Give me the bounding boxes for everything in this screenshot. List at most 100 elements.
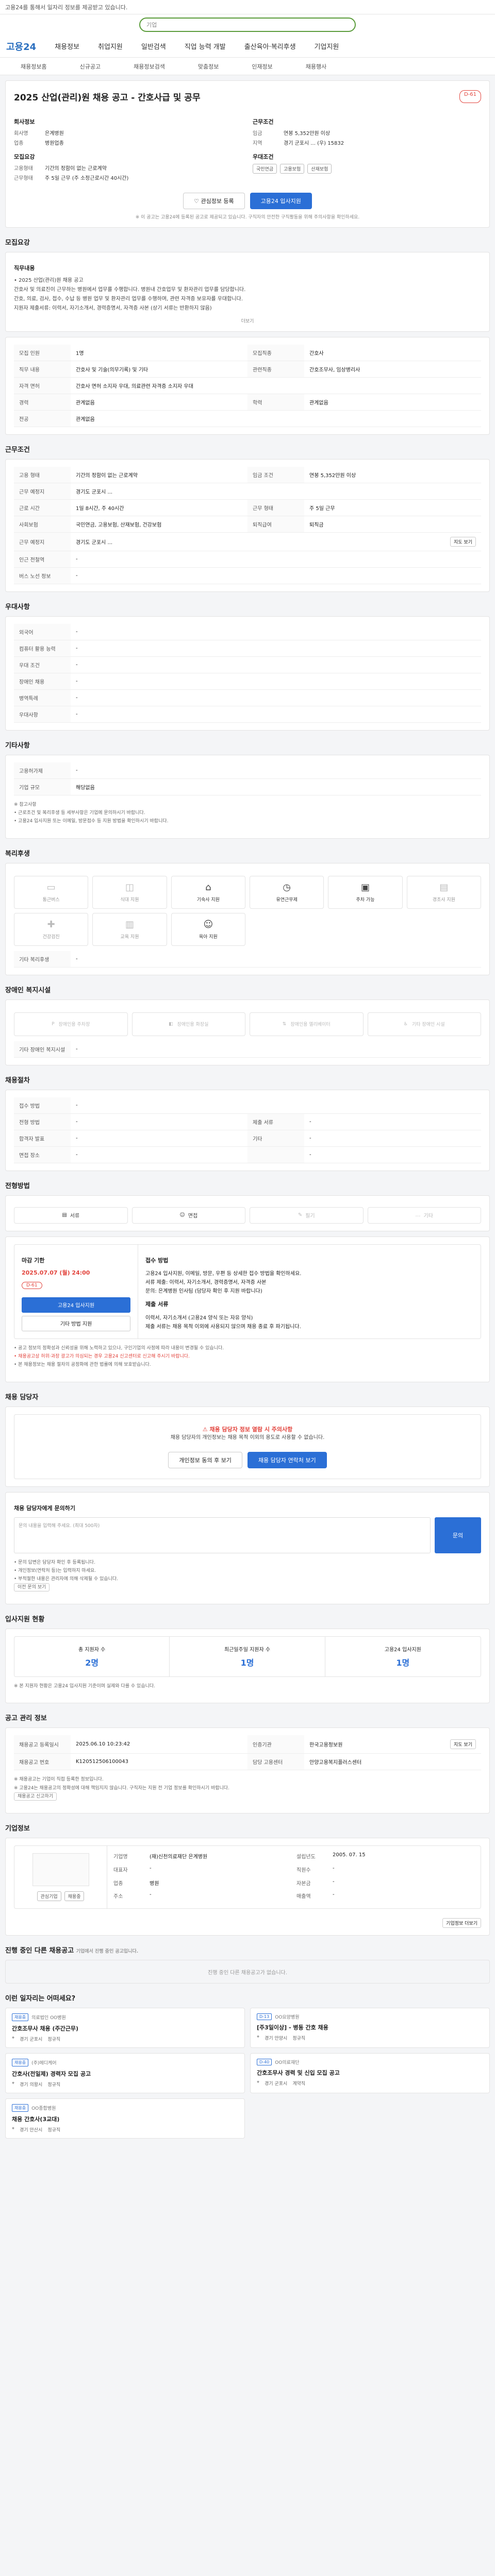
table-cell: - — [76, 629, 78, 635]
recommend-card[interactable]: D-40 OO의료재단 간호조무사 경력 및 신입 모집 공고 ⌖ 경기 군포시 계약… — [250, 2053, 490, 2093]
view-consent-button[interactable]: 개인정보 동의 후 보기 — [168, 1451, 242, 1468]
others-notes: ※ 참고사항 • 근로조건 및 복리후생 등 세부사항은 기업에 문의하시기 바… — [14, 801, 481, 826]
company-more-button[interactable]: 기업정보 더보기 — [442, 1918, 481, 1928]
subnav-item-custom[interactable]: 맞춤정보 — [198, 62, 219, 71]
previous-inquiry-link[interactable]: 이전 문의 보기 — [14, 1583, 50, 1592]
subnav-item-new[interactable]: 신규공고 — [80, 62, 101, 71]
other-jobs-hint: 기업에서 진행 중인 공고입니다. — [76, 1949, 139, 1954]
rec-meta: ⌖ 경기 안산시 정규직 — [12, 2126, 238, 2133]
table-header: 컴퓨터 활용 능력 — [14, 640, 71, 656]
subnav-item-event[interactable]: 채용행사 — [306, 62, 326, 71]
tag: 고용보험 — [280, 164, 305, 174]
more-link[interactable]: 더보기 — [14, 317, 481, 324]
table-cell: 경기도 군포시 ... — [76, 489, 113, 495]
inquiry-send-button[interactable]: 문의 — [435, 1517, 481, 1553]
table-header: 임금 조건 — [248, 467, 304, 483]
rec-badge: D-13 — [257, 2013, 272, 2020]
table-row: 채용공고 등록일시 2025.06.10 10:23:42 인증기관 한국고용정보원 지… — [14, 1735, 481, 1754]
rec-org: OO종합병원 — [31, 2106, 56, 2111]
detail-table: 모집 인원 1명 모집직종 간호사 직무 내용 간호사 및 기술(의무기록) 및 기타 관… — [5, 337, 490, 435]
recommend-card[interactable]: 채용중 의료법인 OO병원 간호조무사 채용 (주간근무) ⌖ 경기 군포시 정규직 — [5, 2008, 245, 2048]
subnav-item-home[interactable]: 채용정보홈 — [21, 62, 47, 71]
table-cell: 한국고용정보원 지도 보기 — [304, 1735, 481, 1753]
table-cell: 관계없음 — [76, 400, 95, 406]
info-key: 매출액 — [296, 1894, 311, 1900]
apply-button[interactable]: 고용24 입사지원 — [250, 193, 312, 209]
inquiry-textarea[interactable]: 문의 내용을 입력해 주세요. (최대 500자) — [14, 1517, 431, 1553]
apply-button[interactable]: 고용24 입사지원 — [22, 1297, 130, 1313]
nav-item-support[interactable]: 취업지원 — [98, 41, 123, 51]
table-header: 버스 노선 정보 — [14, 568, 71, 584]
table-header: 외국어 — [14, 624, 71, 640]
other-apply-button[interactable]: 기타 방법 지원 — [22, 1315, 130, 1331]
table-cell: 안양고용복지플러스센터 — [309, 1760, 362, 1766]
interest-company-button[interactable]: 관심기업 — [37, 1891, 61, 1901]
table-header: 학력 — [248, 394, 304, 410]
book-icon: ▥ — [125, 919, 134, 930]
rec-top: D-13 OO요양병원 — [257, 2013, 483, 2020]
table-row: 접수 방법 - — [14, 1097, 481, 1114]
rec-loc: 경기 의왕시 — [20, 2082, 43, 2088]
methods-card: ▤ 서류 ☺ 면접 ✎ 필기 … 기타 — [5, 1195, 490, 1231]
recommend-card[interactable]: 채용중 OO종합병원 채용 간호사(3교대) ⌖ 경기 안산시 정규직 — [5, 2098, 245, 2139]
note-line: • 채용공고상 허위·과장 광고가 의심되는 경우 고용24 신고센터로 신고해… — [14, 1354, 190, 1360]
company-info: 기업명 (재)신천의료재단 은계병원 설립년도 2005. 07. 15 대표자 - 직원… — [107, 1846, 481, 1908]
rec-badge: 채용중 — [12, 2013, 29, 2021]
nav-item-training[interactable]: 직업 능력 개발 — [185, 41, 226, 51]
hiring-button[interactable]: 채용중 — [64, 1891, 85, 1901]
welfare-item: ✚ 건강검진 — [14, 912, 89, 946]
recommend-card[interactable]: D-13 OO요양병원 [주3일이상] - 병동 간호 채용 ⌖ 경기 안양시 정규직 — [250, 2008, 490, 2048]
rec-org: 의료법인 OO병원 — [31, 2015, 66, 2021]
report-link[interactable]: 채용공고 신고하기 — [14, 1792, 57, 1801]
table-row: 근무 예정지 경기도 군포시 ... 지도 보기 — [14, 533, 481, 551]
table-header: 관련직종 — [248, 361, 304, 377]
nav-item-jobs[interactable]: 채용정보 — [55, 41, 79, 51]
map-button[interactable]: 지도 보기 — [450, 537, 476, 547]
table-cell: - — [76, 695, 78, 701]
nav-item-company[interactable]: 기업지원 — [315, 41, 339, 51]
table-row: 자격 면허 간호사 면허 소지자 우대, 의료관련 자격증 소지자 우대 — [14, 378, 481, 394]
info-key: 업종 — [113, 1880, 123, 1887]
stat-value: 2명 — [85, 1658, 99, 1668]
recommend-card[interactable]: 채용중 (주)메디케어 간호사(전일제) 경력자 모집 공고 ⌖ 경기 의왕시 정규직 — [5, 2053, 245, 2093]
stat-item: 고용24 입사지원 1명 — [325, 1637, 481, 1676]
subnav-item-search[interactable]: 채용정보검색 — [134, 62, 165, 71]
job-notice: ※ 이 공고는 고용24에 등록된 공고로 제공되고 있습니다. 구직자의 안전… — [135, 215, 360, 220]
table-header: 근무 예정지 — [14, 533, 71, 551]
car-icon: ▣ — [360, 882, 370, 893]
nav-item-welfare[interactable]: 출산육아·복리후생 — [244, 41, 296, 51]
job-header-card: 2025 산업(관리)원 채용 공고 - 간호사급 및 공무 D-61 회사정보… — [5, 80, 490, 228]
rec-meta: ⌖ 경기 군포시 계약직 — [257, 2080, 483, 2087]
welfare-item: ⌂ 기숙사 지원 — [171, 875, 245, 909]
rec-top: D-40 OO의료재단 — [257, 2059, 483, 2065]
rec-badge: 채용중 — [12, 2104, 29, 2112]
deadline-label: 마감 기한 — [22, 1257, 45, 1264]
info-value: - — [150, 1865, 152, 1871]
interest-button[interactable]: ♡ 관심정보 등록 — [183, 193, 245, 209]
nav-item-search[interactable]: 일반검색 — [141, 41, 166, 51]
disability-item: ◧ 장애인용 화장실 — [131, 1012, 245, 1036]
tag: 산재보험 — [307, 164, 332, 174]
table-row: 우대사항 - — [14, 706, 481, 723]
other-jobs-title: 진행 중인 다른 채용공고 — [5, 1947, 74, 1955]
company-more-row: 기업정보 더보기 — [14, 1918, 481, 1928]
inquiry-card: 채용 담당자에게 문의하기 문의 내용을 입력해 주세요. (최대 500자) … — [5, 1492, 490, 1605]
elevator-icon: ⇅ — [282, 1021, 287, 1027]
disability-label: 장애인용 주차장 — [58, 1022, 90, 1028]
info-value: - — [150, 1892, 152, 1898]
map-button[interactable]: 지도 보기 — [450, 1739, 476, 1750]
info-value: 병원 — [150, 1880, 159, 1887]
table-row: 근로 시간 1일 8시간, 주 40시간 근무 형태 주 5일 근무 — [14, 500, 481, 516]
site-logo[interactable]: 고용24 — [6, 40, 36, 53]
top-banner-text: 고용24를 통해서 일자리 정보를 제공받고 있습니다. — [5, 4, 128, 11]
welfare-label: 건강검진 — [42, 934, 60, 940]
subnav-item-talent[interactable]: 인재정보 — [252, 62, 272, 71]
contact-button[interactable]: 채용 담당자 연락처 보기 — [247, 1451, 327, 1468]
stats-grid: 총 지원자 수 2명 최근일주일 지원자 수 1명 고용24 입사지원 1명 — [14, 1636, 481, 1677]
stats-heading: 입사지원 현황 — [5, 1616, 45, 1624]
info-key: 주소 — [113, 1894, 123, 1900]
search-input[interactable]: 기업 — [139, 18, 356, 32]
table-cell: - — [76, 1102, 78, 1108]
company-grid: 관심기업 채용중 기업명 (재)신천의료재단 은계병원 설립년도 2005. 07. … — [14, 1845, 481, 1909]
table-header: 전형 방법 — [14, 1113, 71, 1130]
